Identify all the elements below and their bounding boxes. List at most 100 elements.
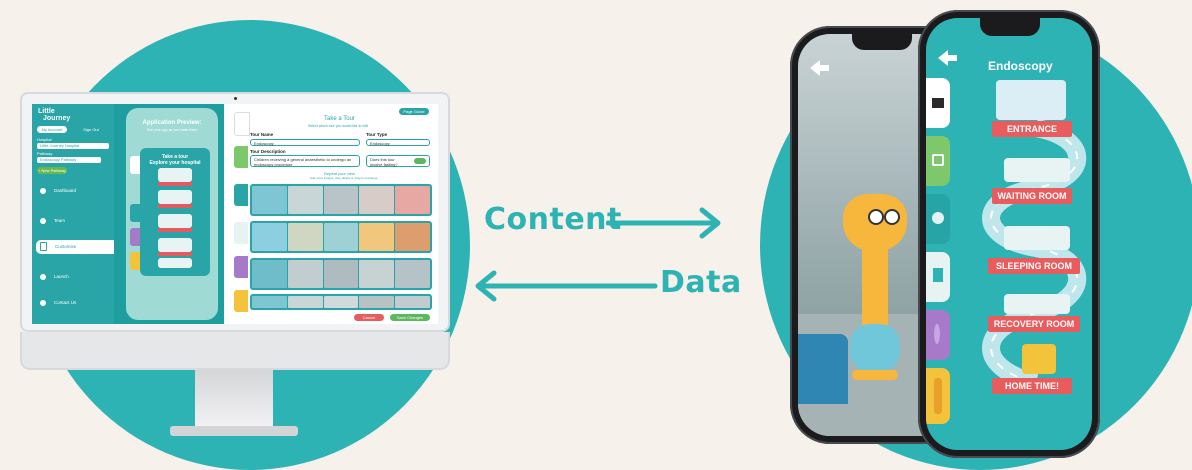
bed-shape: [798, 334, 848, 404]
tour-type-select[interactable]: Endoscopy: [366, 139, 430, 146]
giraffe-feet: [852, 370, 898, 380]
phone-call-icon: [40, 300, 46, 306]
sidebar: Little Journey My Account Sign Out Hospit…: [32, 104, 114, 324]
panorama-row[interactable]: [250, 258, 432, 290]
data-label: Data: [660, 265, 742, 300]
fasting-toggle-label: Does this tour involve fasting?: [370, 157, 398, 167]
desktop-screen: Little Journey My Account Sign Out Hospit…: [32, 104, 438, 324]
tab-feather[interactable]: [234, 256, 248, 278]
giraffe-body: [850, 324, 900, 372]
feather-icon: [934, 324, 940, 344]
entrance-building: [996, 80, 1066, 120]
camera-dot: [234, 97, 237, 100]
giraffe-neck: [862, 248, 888, 328]
tab-calendar[interactable]: [926, 136, 950, 186]
tab-badge[interactable]: [926, 194, 950, 244]
tab-feather[interactable]: [926, 310, 950, 360]
monitor-stand: [195, 370, 273, 426]
preview-banner: [158, 204, 192, 208]
cancel-button[interactable]: Cancel: [354, 314, 384, 321]
shapes-icon: [934, 378, 942, 414]
tab-shapes[interactable]: [926, 368, 950, 424]
stop-banner: ENTRANCE: [992, 121, 1072, 137]
home-icon: [40, 188, 46, 194]
home-icon: [932, 98, 944, 108]
tab-document[interactable]: [926, 252, 950, 302]
preview-tab-pin: [130, 204, 140, 222]
tab-home[interactable]: [234, 112, 250, 136]
preview-banner: [158, 252, 192, 256]
phone-front-screen: Endoscopy ENTRANCE WAITING ROOM SLEEPING…: [926, 18, 1092, 450]
sidebar-item-team[interactable]: Team: [40, 218, 65, 224]
tab-home[interactable]: [926, 78, 950, 128]
preview-phone-title: Take a tour Explore your hospital: [149, 154, 201, 166]
monitor-foot: [170, 426, 298, 436]
monitor-chin: [20, 332, 450, 370]
fasting-toggle-field[interactable]: Does this tour involve fasting?: [366, 155, 430, 167]
giraffe-eye: [884, 209, 900, 225]
preview-card: Application Preview: See your app as you…: [126, 108, 218, 320]
calendar-icon: [932, 154, 944, 166]
stop-banner: RECOVERY ROOM: [988, 316, 1080, 332]
waiting-room-chairs: [1004, 158, 1070, 182]
page-guide-button[interactable]: Page Guide: [399, 108, 429, 115]
pathway-label: Pathway: [37, 151, 53, 156]
stop-banner: HOME TIME!: [992, 378, 1072, 394]
app-logo: Little Journey: [38, 108, 71, 122]
tour-name-input[interactable]: Endoscopy: [250, 139, 360, 146]
hospital-field[interactable]: Little Journey Hospital: [37, 143, 109, 149]
sidebar-item-customise[interactable]: Customise: [36, 240, 114, 254]
preview-node: [158, 258, 192, 268]
tour-form: Page Guide Take a Tour Select which tour…: [224, 104, 438, 324]
preview-banner: [158, 228, 192, 232]
sign-out-button[interactable]: Sign Out: [76, 126, 106, 133]
tour-name-label: Tour Name: [250, 132, 274, 137]
panorama-row[interactable]: [250, 294, 432, 310]
panorama-subheading: Add more images, then delete or drag to …: [310, 176, 378, 180]
preview-node: [158, 168, 192, 182]
application-preview-panel: Application Preview: See your app as you…: [114, 104, 224, 324]
sidebar-item-dashboard[interactable]: Dashboard: [40, 188, 76, 194]
recovery-room-bed: [1004, 294, 1070, 314]
panorama-row[interactable]: [250, 184, 432, 216]
arrow-right-icon: [606, 207, 721, 239]
preview-title: Application Preview:: [142, 120, 202, 126]
new-pathway-button[interactable]: + New Pathway: [37, 167, 67, 174]
phone-back-notch: [852, 34, 912, 50]
back-arrow-stem: [947, 55, 957, 61]
tour-description-input[interactable]: Children receiving a general anaesthetic…: [250, 155, 360, 167]
giraffe-eye: [868, 209, 884, 225]
back-arrow-stem: [819, 65, 829, 71]
preview-node: [158, 238, 192, 252]
tab-calendar[interactable]: [234, 146, 248, 168]
preview-tab-home: [130, 156, 140, 174]
pathway-select[interactable]: Endoscopy Pathway: [37, 157, 101, 163]
tab-pin[interactable]: [234, 184, 248, 206]
save-changes-button[interactable]: Save Changes: [390, 314, 430, 321]
desktop-monitor: Little Journey My Account Sign Out Hospit…: [20, 92, 450, 442]
preview-node: [158, 190, 192, 204]
fasting-toggle[interactable]: [414, 158, 426, 164]
screen-title: Endoscopy: [988, 59, 1053, 73]
form-heading: Take a Tour: [324, 116, 355, 122]
tab-document[interactable]: [234, 222, 248, 244]
sidebar-item-contact[interactable]: Contact Us: [40, 300, 76, 306]
star-icon: [40, 274, 46, 280]
stop-banner: SLEEPING ROOM: [988, 258, 1080, 274]
preview-tab-shapes: [130, 252, 140, 270]
panorama-row[interactable]: [250, 221, 432, 253]
content-label: Content: [484, 202, 622, 237]
form-subheading: Select which tour you would like to edit: [308, 124, 369, 128]
preview-node: [158, 214, 192, 228]
preview-tab-doc: [130, 228, 140, 246]
sidebar-item-launch[interactable]: Launch: [40, 274, 69, 280]
preview-subtitle: See your app as you make them: [146, 128, 198, 132]
document-icon: [933, 268, 943, 282]
stop-banner: WAITING ROOM: [992, 188, 1072, 204]
tour-description-label: Tour Description: [250, 149, 286, 154]
my-account-button[interactable]: My Account: [37, 126, 67, 133]
badge-icon: [932, 212, 944, 224]
phone-icon: [40, 242, 47, 252]
home-house: [1022, 344, 1056, 374]
tab-shapes[interactable]: [234, 290, 248, 312]
